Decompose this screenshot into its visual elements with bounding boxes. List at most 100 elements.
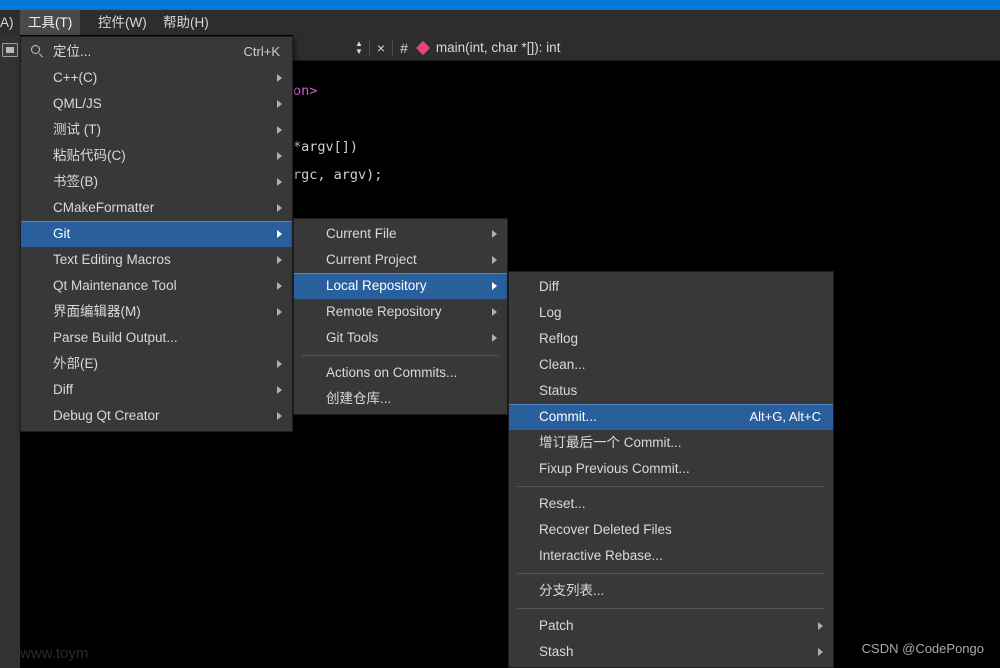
menu-item-cmakeformatter[interactable]: CMakeFormatter [21,195,292,221]
menu-item-label: 定位... [53,44,92,59]
menu-item-diff[interactable]: Diff [21,377,292,403]
menu-item-label: 界面编辑器(M) [53,304,141,319]
chevron-right-icon [818,622,823,630]
menu-item-amend-last-commit[interactable]: 增订最后一个 Commit... [509,430,833,456]
menu-item-create-repository[interactable]: 创建仓库... [294,386,507,412]
csdn-watermark: CSDN @CodePongo [861,641,984,656]
menu-item-clean[interactable]: Clean... [509,352,833,378]
menu-item-label: Clean... [539,357,586,372]
menu-item-ui-designer[interactable]: 界面编辑器(M) [21,299,292,325]
chevron-right-icon [277,100,282,108]
symbol-selector[interactable]: main(int, char *[]): int [436,40,561,55]
menu-item-git[interactable]: Git [21,221,292,247]
menu-item-qmljs[interactable]: QML/JS [21,91,292,117]
menu-item-recover-deleted-files[interactable]: Recover Deleted Files [509,517,833,543]
chevron-right-icon [277,308,282,316]
menu-item-remote-repository[interactable]: Remote Repository [294,299,507,325]
chevron-right-icon [492,334,497,342]
menu-item-reflog[interactable]: Reflog [509,326,833,352]
menu-item-external[interactable]: 外部(E) [21,351,292,377]
menu-item-label: 外部(E) [53,356,98,371]
menu-item-current-project[interactable]: Current Project [294,247,507,273]
menu-item-label: Local Repository [326,278,427,293]
menu-item-label: 增订最后一个 Commit... [539,435,682,450]
chevron-right-icon [277,152,282,160]
menu-item-debug-qt-creator[interactable]: Debug Qt Creator [21,403,292,429]
chevron-right-icon [277,204,282,212]
git-submenu: Current File Current Project Local Repos… [293,218,508,415]
menu-item-label: Log [539,305,562,320]
chevron-right-icon [492,282,497,290]
menu-item-test[interactable]: 测试 (T) [21,117,292,143]
code-line: on> [293,83,318,99]
local-repository-submenu: Diff Log Reflog Clean... Status Commit..… [508,271,834,668]
menu-separator [517,608,825,609]
menu-item-git-tools[interactable]: Git Tools [294,325,507,351]
menu-item-label: 粘贴代码(C) [53,148,126,163]
toolbar-divider [392,39,394,56]
chevron-right-icon [277,230,282,238]
menu-item-log[interactable]: Log [509,300,833,326]
menu-item-label: Git [53,226,71,241]
menu-item-qt-maintenance-tool[interactable]: Qt Maintenance Tool [21,273,292,299]
menu-item-label: 分支列表... [539,583,605,598]
menu-item-label: 创建仓库... [326,391,392,406]
menu-item-patch[interactable]: Patch [509,613,833,639]
menu-item-parse-build-output[interactable]: Parse Build Output... [21,325,292,351]
menu-item-status[interactable]: Status [509,378,833,404]
menu-item-fixup-previous-commit[interactable]: Fixup Previous Commit... [509,456,833,482]
updown-arrows-icon[interactable]: ▲ ▼ [355,39,363,56]
menu-item-paste-code[interactable]: 粘贴代码(C) [21,143,292,169]
menu-item-label: Commit... [539,409,597,424]
menu-item-label: Status [539,383,578,398]
menu-item-stash[interactable]: Stash [509,639,833,665]
menu-item-locate[interactable]: 定位... Ctrl+K [21,39,292,65]
menu-item-cpp[interactable]: C++(C) [21,65,292,91]
menu-item-bookmarks[interactable]: 书签(B) [21,169,292,195]
chevron-right-icon [492,230,497,238]
menubar-item-widgets[interactable]: 控件(W) [90,10,155,35]
menu-item-current-file[interactable]: Current File [294,221,507,247]
chevron-right-icon [277,178,282,186]
menu-item-shortcut: Ctrl+K [243,44,280,59]
menu-item-diff[interactable]: Diff [509,274,833,300]
menu-separator [517,486,825,487]
menu-item-label: Debug Qt Creator [53,408,160,423]
chevron-right-icon [277,282,282,290]
menubar-item-partial[interactable]: A) [0,10,22,35]
menu-item-commit[interactable]: Commit... Alt+G, Alt+C [509,404,833,430]
menu-item-label: QML/JS [53,96,102,111]
chevron-right-icon [277,126,282,134]
menu-item-label: Stash [539,644,574,659]
menubar-item-tools[interactable]: 工具(T) [20,10,81,35]
menubar-item-help[interactable]: 帮助(H) [155,10,217,35]
editor-toolbar: ▲ ▼ × # main(int, char *[]): int [293,35,1000,61]
menu-item-actions-on-commits[interactable]: Actions on Commits... [294,360,507,386]
menu-item-branch-list[interactable]: 分支列表... [509,578,833,604]
menu-item-label: Patch [539,618,574,633]
menu-item-label: 测试 (T) [53,122,101,137]
tools-menu: 定位... Ctrl+K C++(C) QML/JS 测试 (T) 粘贴代码(C… [20,36,293,432]
menu-item-label: Fixup Previous Commit... [539,461,690,476]
menu-item-label: CMakeFormatter [53,200,155,215]
code-line: rgc, argv); [293,167,383,183]
menu-bar: A) 工具(T) 控件(W) 帮助(H) [0,10,1000,35]
close-icon[interactable]: × [377,40,385,56]
menu-item-label: Remote Repository [326,304,442,319]
hash-icon[interactable]: # [400,40,408,56]
chevron-right-icon [277,74,282,82]
sidebar-toggle-icon[interactable] [2,43,18,57]
menu-item-local-repository[interactable]: Local Repository [294,273,507,299]
menu-item-interactive-rebase[interactable]: Interactive Rebase... [509,543,833,569]
chevron-right-icon [277,256,282,264]
menu-item-label: Reflog [539,331,579,346]
function-symbol-icon [415,40,430,55]
search-icon [31,45,40,54]
menu-item-text-editing-macros[interactable]: Text Editing Macros [21,247,292,273]
menu-item-label: Qt Maintenance Tool [53,278,177,293]
menu-item-reset[interactable]: Reset... [509,491,833,517]
menu-item-shortcut: Alt+G, Alt+C [749,409,821,424]
menu-item-label: Current Project [326,252,417,267]
chevron-right-icon [277,386,282,394]
menu-item-label: Interactive Rebase... [539,548,663,563]
